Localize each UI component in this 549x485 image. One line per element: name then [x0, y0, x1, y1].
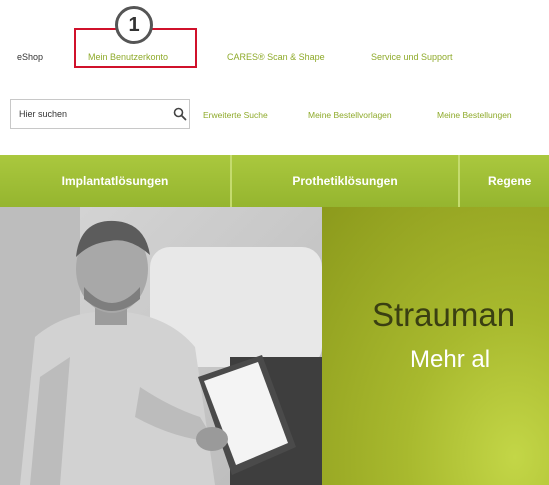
category-menu: Implantatlösungen Prothetiklösungen Rege… — [0, 155, 549, 207]
nav-service-support[interactable]: Service und Support — [371, 52, 453, 62]
search-icon[interactable] — [173, 107, 187, 121]
hero-banner-panel — [322, 207, 549, 485]
search-input[interactable] — [11, 100, 159, 128]
advanced-search-link[interactable]: Erweiterte Suche — [203, 110, 268, 120]
search-box — [10, 99, 190, 129]
nav-cares-scan-shape[interactable]: CARES® Scan & Shape — [227, 52, 325, 62]
nav-eshop[interactable]: eShop — [17, 52, 43, 62]
hero-image — [0, 207, 322, 485]
step-number-callout: 1 — [115, 6, 153, 44]
menu-implant-solutions[interactable]: Implantatlösungen — [0, 155, 230, 207]
menu-prosthetic-solutions[interactable]: Prothetiklösungen — [232, 155, 458, 207]
man-with-tablet-illustration — [0, 207, 322, 485]
step-number: 1 — [128, 13, 140, 36]
my-orders-link[interactable]: Meine Bestellungen — [437, 110, 512, 120]
menu-regenerative[interactable]: Regene — [460, 155, 549, 207]
my-order-templates-link[interactable]: Meine Bestellvorlagen — [308, 110, 392, 120]
